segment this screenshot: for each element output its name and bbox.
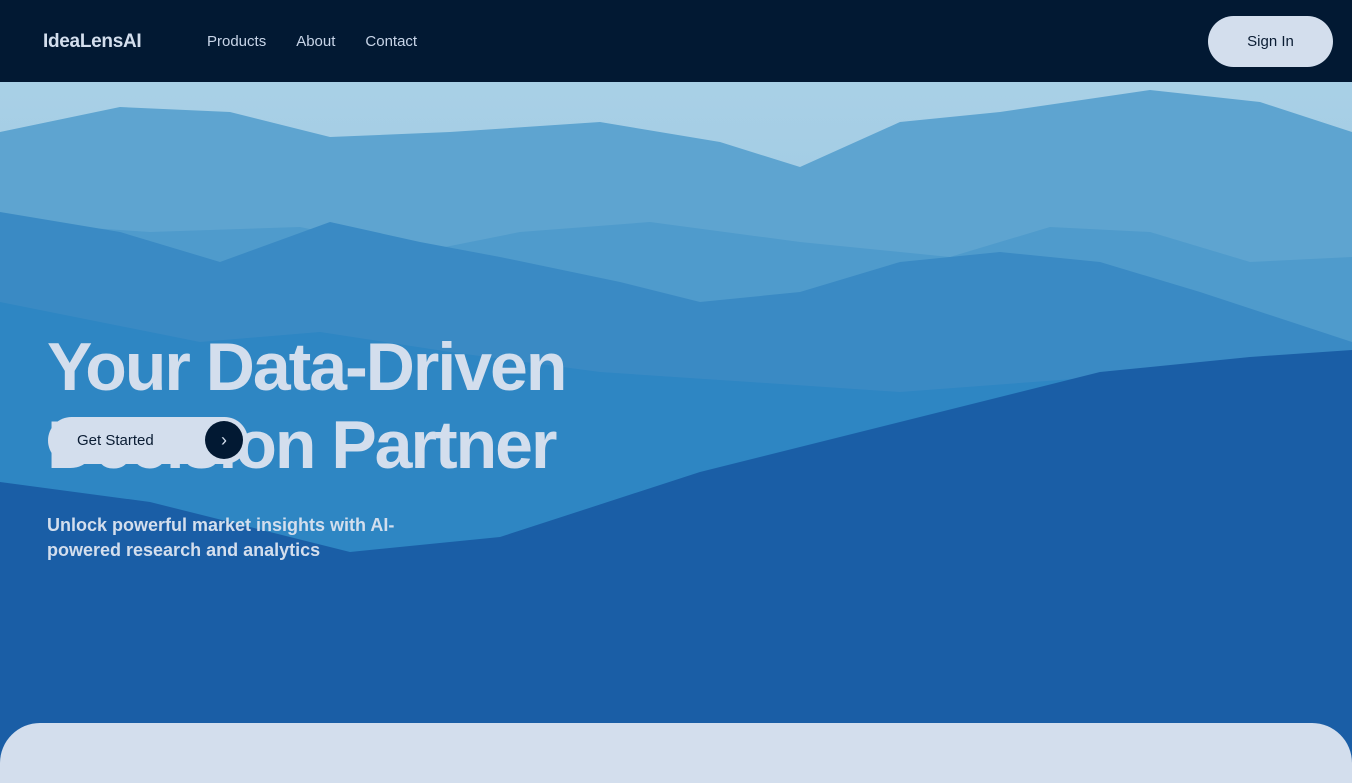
get-started-button[interactable]: Get Started › <box>48 417 248 464</box>
hero-subtitle: Unlock powerful market insights with AI-… <box>47 515 395 560</box>
get-started-label: Get Started <box>77 432 154 449</box>
hero-title-line-1: Your Data-Driven <box>47 329 567 405</box>
top-navbar: IdeaLensAI Products About Contact Sign I… <box>0 0 1352 82</box>
sign-in-button[interactable]: Sign In <box>1208 16 1333 67</box>
nav-link-products[interactable]: Products <box>207 33 266 50</box>
nav-link-contact[interactable]: Contact <box>365 33 417 50</box>
content-panel <box>0 723 1352 783</box>
chevron-right-icon: › <box>205 421 243 459</box>
logo[interactable]: IdeaLensAI <box>43 31 142 53</box>
nav-link-about[interactable]: About <box>296 33 335 50</box>
nav-links: Products About Contact <box>207 33 417 50</box>
